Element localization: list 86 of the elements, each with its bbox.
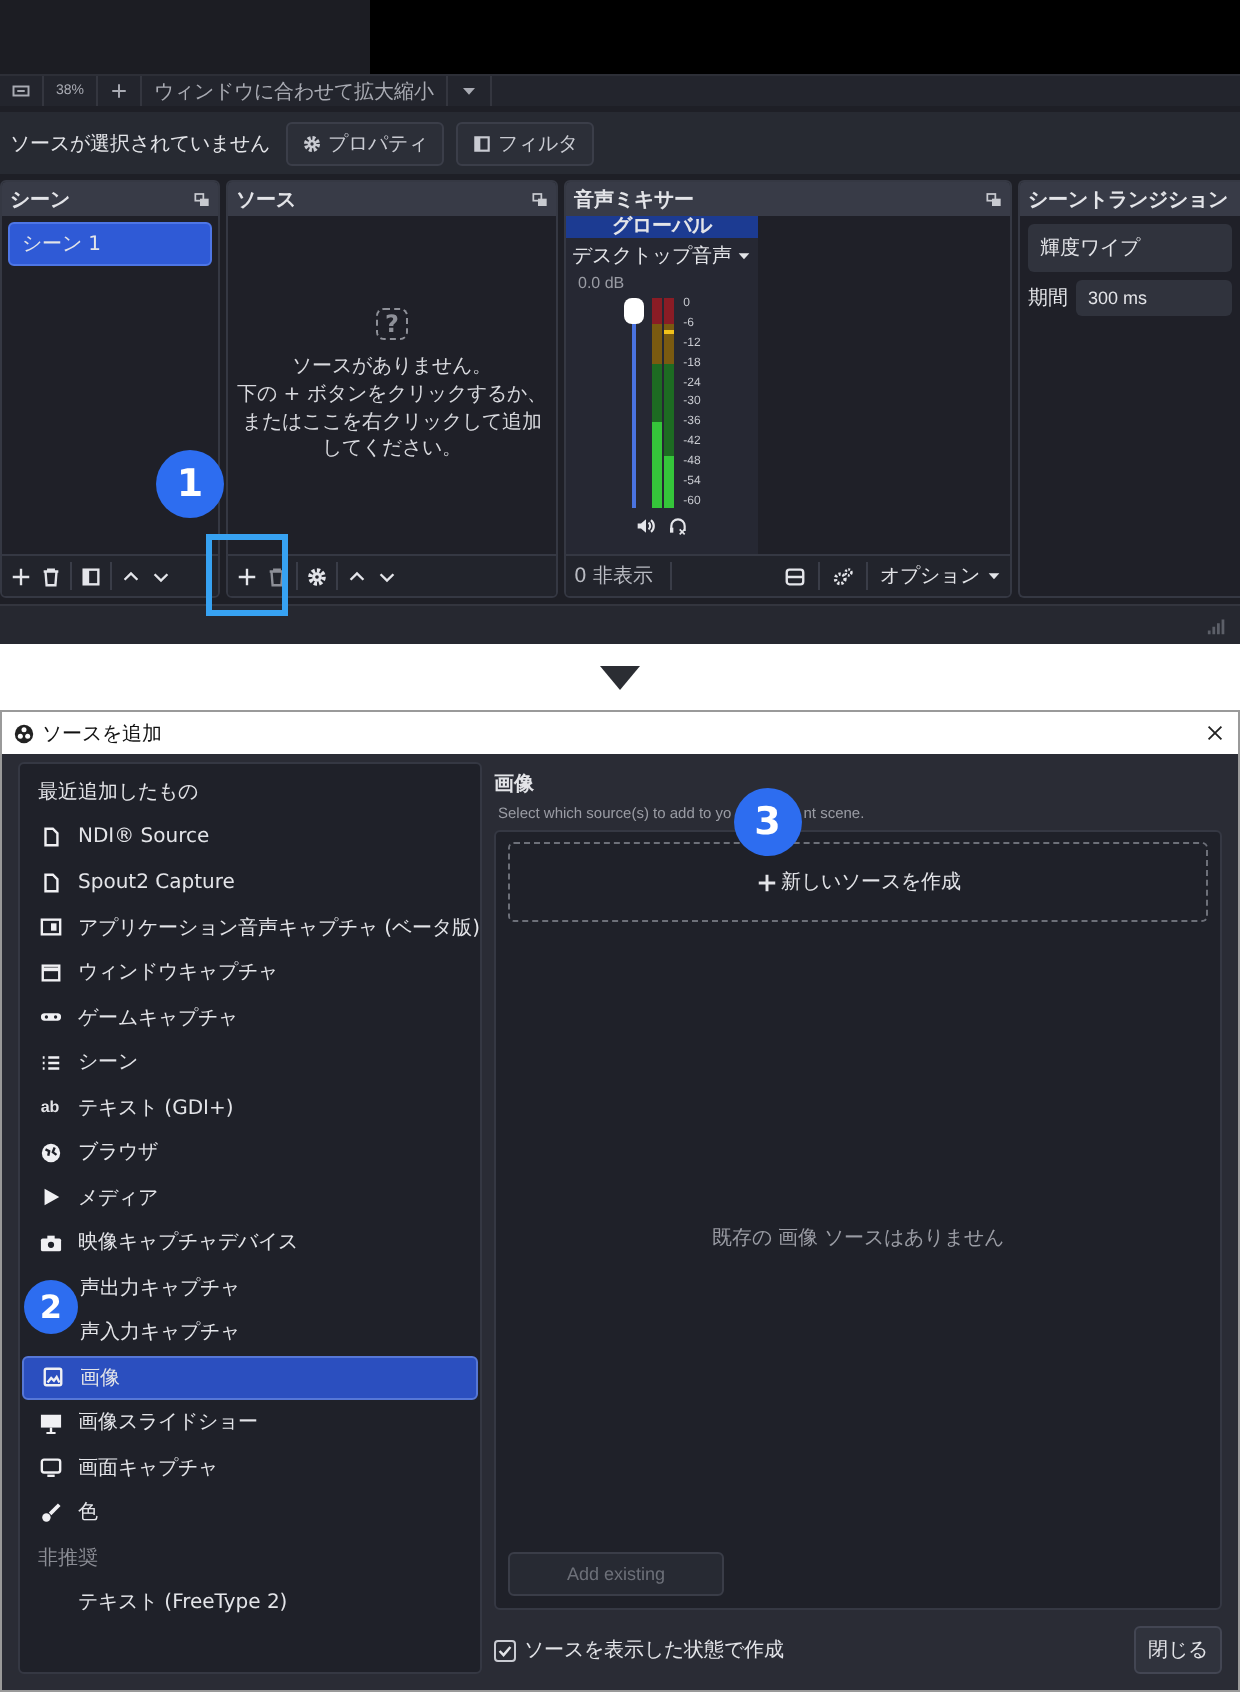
question-icon: ? (375, 308, 409, 340)
create-new-source-button[interactable]: 新しいソースを作成 (508, 842, 1208, 922)
source-type-item[interactable]: 声出力キャプチャ (80, 1265, 478, 1310)
empty-message: またはここを右クリックして追加してください。 (240, 410, 544, 462)
caret-icon (986, 568, 1002, 584)
empty-message: 下の + ボタンをクリックするか、 (237, 382, 547, 408)
undock-icon[interactable] (532, 191, 548, 207)
brush-icon (39, 1501, 61, 1524)
file-icon (39, 826, 61, 849)
undock-icon[interactable] (986, 191, 1002, 207)
step-badge: 3 (733, 788, 802, 856)
source-type-item[interactable]: ブラウザ (22, 1130, 478, 1175)
transition-dropdown[interactable]: 輝度ワイプ (1028, 224, 1232, 272)
source-type-item[interactable]: ウィンドウキャプチャ (22, 950, 478, 995)
volume-readout: 0.0 dB (578, 274, 625, 292)
gear-icon (302, 133, 322, 153)
source-type-item[interactable]: ゲームキャプチャ (22, 995, 478, 1040)
list-icon (39, 1051, 61, 1074)
properties-button[interactable]: プロパティ (286, 121, 444, 165)
list-heading: 最近追加したもの (38, 779, 198, 807)
speaker-icon[interactable] (636, 516, 656, 536)
source-type-item[interactable]: Spout2 Capture (22, 860, 478, 905)
channel-name-dropdown[interactable]: デスクトップ音声 (572, 238, 752, 274)
source-type-item[interactable]: テキスト (FreeType 2) (22, 1580, 478, 1625)
source-type-item[interactable]: 画像スライドショー (22, 1400, 478, 1445)
minus-icon[interactable] (12, 82, 30, 100)
source-type-item[interactable]: 画面キャプチャ (22, 1445, 478, 1490)
empty-message: 既存の 画像 ソースはありません (711, 1225, 1005, 1251)
plus-icon (755, 871, 777, 893)
section-heading: 画像 (494, 771, 536, 798)
globe-icon (39, 1141, 61, 1164)
source-type-item[interactable]: 画像 (22, 1355, 478, 1400)
panel-title: シーン (10, 187, 70, 213)
list-heading: 非推奨 (38, 1545, 98, 1572)
trash-icon[interactable] (266, 565, 288, 587)
highlight-frame (206, 534, 288, 616)
source-type-item[interactable]: ab テキスト (GDI+) (22, 1085, 478, 1130)
filter-icon[interactable] (80, 565, 102, 587)
file-icon (39, 871, 61, 894)
fit-to-window-button[interactable]: ウィンドウに合わせて拡大縮小 (142, 76, 449, 106)
duration-label: 期間 (1028, 285, 1068, 312)
source-type-item[interactable]: メディア (22, 1175, 478, 1220)
camera-icon (39, 1231, 61, 1254)
checkbox[interactable] (494, 1639, 516, 1661)
down-arrow-icon (600, 665, 640, 689)
settings-icon[interactable] (306, 565, 328, 587)
source-type-item[interactable]: NDI® Source (22, 815, 478, 860)
window-icon (39, 961, 61, 984)
empty-message: ソースがありません。 (292, 354, 492, 380)
selection-status: ソースが選択されていません (10, 131, 270, 157)
caret-icon (736, 248, 752, 264)
play-icon (39, 1186, 61, 1209)
monitor-icon (39, 1456, 61, 1479)
close-icon[interactable] (1204, 722, 1226, 744)
logo-icon (14, 723, 34, 743)
headphone-icon[interactable] (668, 516, 688, 536)
plus-icon[interactable] (110, 82, 129, 100)
filter-icon (472, 133, 492, 153)
global-tab[interactable]: グローバル (566, 216, 758, 238)
step-badge: 2 (24, 1280, 78, 1334)
dialog-title: ソースを追加 (42, 721, 162, 747)
filters-button[interactable]: フィルタ (456, 121, 594, 165)
hidden-count[interactable]: 0 非表示 (574, 562, 672, 590)
source-type-item[interactable]: 声入力キャプチャ (80, 1310, 478, 1355)
panel-title: シーントランジション (1028, 187, 1228, 213)
caret-icon[interactable] (460, 82, 479, 100)
panel-title: 音声ミキサー (574, 186, 694, 213)
source-type-item[interactable]: シーン (22, 1040, 478, 1085)
panel-title: ソース (236, 187, 296, 213)
checkbox-label: ソースを表示した状態で作成 (524, 1637, 784, 1664)
layout-icon[interactable] (784, 565, 806, 587)
source-type-item[interactable]: 色 (22, 1490, 478, 1535)
gears-icon[interactable] (832, 565, 854, 587)
undock-icon[interactable] (194, 191, 210, 207)
source-type-item[interactable]: 映像キャプチャデバイス (22, 1220, 478, 1265)
duration-field[interactable]: 300 ms (1076, 280, 1232, 316)
image-icon (41, 1366, 63, 1389)
signal-icon (1206, 614, 1228, 636)
text-source-icon: ab (40, 1099, 60, 1116)
source-type-item[interactable]: アプリケーション音声キャプチャ (ベータ版) (22, 905, 478, 950)
slideshow-icon (39, 1411, 61, 1434)
scene-item[interactable]: シーン 1 (8, 222, 212, 266)
volume-slider[interactable] (623, 298, 644, 508)
options-button[interactable]: オプション (880, 562, 1002, 590)
close-button[interactable]: 閉じる (1134, 1626, 1222, 1674)
app-window-icon (39, 916, 61, 939)
